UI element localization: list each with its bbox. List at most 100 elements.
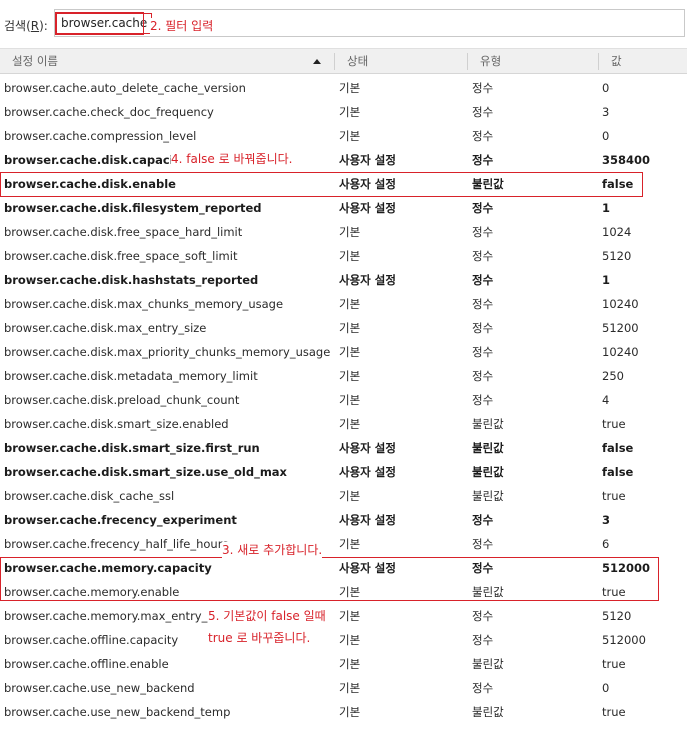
table-row[interactable]: browser.cache.offline.enable 기본 불린값 true xyxy=(0,652,687,676)
pref-value: false xyxy=(602,177,634,191)
pref-name: browser.cache.frecency_half_life_hours xyxy=(4,537,229,551)
pref-value: 512000 xyxy=(602,561,651,575)
pref-status: 사용자 설정 xyxy=(339,201,396,215)
pref-status: 기본 xyxy=(339,489,361,503)
table-row[interactable]: browser.cache.disk.smart_size.first_run 사… xyxy=(0,436,687,460)
table-row[interactable]: browser.cache.disk.metadata_memory_limit… xyxy=(0,364,687,388)
pref-value: 10240 xyxy=(602,297,639,311)
pref-name: browser.cache.offline.enable xyxy=(4,657,169,671)
pref-name: browser.cache.disk.smart_size.first_run xyxy=(4,441,260,455)
pref-name: browser.cache.memory.enable xyxy=(4,585,180,599)
pref-status: 기본 xyxy=(339,321,361,335)
table-row[interactable]: browser.cache.disk_cache_ssl 기본 불린값 true xyxy=(0,484,687,508)
pref-value: 1 xyxy=(602,201,611,215)
pref-status: 기본 xyxy=(339,609,361,623)
pref-type: 정수 xyxy=(472,297,494,311)
table-row[interactable]: browser.cache.disk.filesystem_reported 사용… xyxy=(0,196,687,220)
pref-type: 정수 xyxy=(472,129,494,143)
table-row[interactable]: browser.cache.memory.max_entry_size 기본 정수 5… xyxy=(0,604,687,628)
pref-type: 정수 xyxy=(472,369,494,383)
column-header-type[interactable]: 유형 xyxy=(480,49,501,74)
pref-value: 0 xyxy=(602,129,610,143)
pref-type: 정수 xyxy=(472,609,494,623)
table-row[interactable]: browser.cache.frecency_half_life_hours 기본… xyxy=(0,532,687,556)
pref-type: 정수 xyxy=(472,681,494,695)
pref-type: 정수 xyxy=(472,273,494,287)
pref-name: browser.cache.memory.max_entry_size xyxy=(4,609,230,623)
table-row[interactable]: browser.cache.check_doc_frequency 기본 정수 3 xyxy=(0,100,687,124)
pref-status: 사용자 설정 xyxy=(339,561,396,575)
annotation-set-true-line1: 5. 기본값이 false 일때 xyxy=(208,608,326,624)
pref-value: 1024 xyxy=(602,225,632,239)
annotation-add-new: 3. 새로 추가합니다. xyxy=(222,542,323,558)
table-row[interactable]: browser.cache.disk.preload_chunk_count 기본… xyxy=(0,388,687,412)
pref-name: browser.cache.memory.capacity xyxy=(4,561,212,575)
table-row[interactable]: browser.cache.auto_delete_cache_version 기… xyxy=(0,76,687,100)
column-divider[interactable] xyxy=(334,53,335,70)
pref-type: 불린값 xyxy=(472,585,504,599)
pref-name: browser.cache.disk.filesystem_reported xyxy=(4,201,262,215)
pref-name: browser.cache.check_doc_frequency xyxy=(4,105,214,119)
pref-name: browser.cache.disk.max_priority_chunks_m… xyxy=(4,345,331,359)
column-header-name[interactable]: 설정 이름 xyxy=(12,49,58,74)
search-bar: 검색(R): browser.cache xyxy=(0,0,687,46)
pref-name: browser.cache.disk.capacity xyxy=(4,153,187,167)
table-row[interactable]: browser.cache.disk.capacity 사용자 설정 정수 35840… xyxy=(0,148,687,172)
pref-status: 기본 xyxy=(339,345,361,359)
pref-name: browser.cache.frecency_experiment xyxy=(4,513,237,527)
table-row[interactable]: browser.cache.compression_level 기본 정수 0 xyxy=(0,124,687,148)
pref-type: 정수 xyxy=(472,537,494,551)
table-row[interactable]: browser.cache.memory.enable 기본 불린값 true xyxy=(0,580,687,604)
pref-type: 불린값 xyxy=(472,441,504,455)
pref-type: 정수 xyxy=(472,321,494,335)
column-divider[interactable] xyxy=(467,53,468,70)
pref-name: browser.cache.compression_level xyxy=(4,129,197,143)
pref-name: browser.cache.offline.capacity xyxy=(4,633,179,647)
pref-value: true xyxy=(602,705,626,719)
table-row[interactable]: browser.cache.disk.free_space_soft_limit… xyxy=(0,244,687,268)
table-row[interactable]: browser.cache.offline.capacity 기본 정수 512000 xyxy=(0,628,687,652)
column-header-status[interactable]: 상태 xyxy=(347,49,368,74)
pref-name: browser.cache.disk.free_space_hard_limit xyxy=(4,225,243,239)
pref-value: 1 xyxy=(602,273,611,287)
pref-value: 5120 xyxy=(602,249,632,263)
pref-name: browser.cache.disk_cache_ssl xyxy=(4,489,175,503)
table-row[interactable]: browser.cache.disk.max_chunks_memory_usa… xyxy=(0,292,687,316)
table-row[interactable]: browser.cache.disk.smart_size.use_old_ma… xyxy=(0,460,687,484)
pref-type: 정수 xyxy=(472,201,494,215)
table-row[interactable]: browser.cache.disk.hashstats_reported 사용자… xyxy=(0,268,687,292)
annotation-set-false: 4. false 로 바꿔줍니다. xyxy=(171,151,293,167)
search-label: 검색(R): xyxy=(4,19,48,33)
table-row[interactable]: browser.cache.disk.max_entry_size 기본 정수 512… xyxy=(0,316,687,340)
annotation-set-true-line2: true 로 바꾸줍니다. xyxy=(208,630,311,646)
table-row[interactable]: browser.cache.frecency_experiment 사용자 설정 정… xyxy=(0,508,687,532)
pref-value: true xyxy=(602,585,626,599)
table-row[interactable]: browser.cache.disk.smart_size.enabled 기본 불… xyxy=(0,412,687,436)
column-header-value[interactable]: 값 xyxy=(611,49,622,74)
table-row[interactable]: browser.cache.disk.enable 사용자 설정 불린값 false xyxy=(0,172,687,196)
table-row[interactable]: browser.cache.disk.max_priority_chunks_m… xyxy=(0,340,687,364)
pref-name: browser.cache.disk.metadata_memory_limit xyxy=(4,369,258,383)
pref-type: 불린값 xyxy=(472,489,504,503)
column-header: 설정 이름 상태 유형 값 xyxy=(0,48,687,74)
pref-value: false xyxy=(602,441,634,455)
pref-value: 6 xyxy=(602,537,610,551)
pref-name: browser.cache.disk.hashstats_reported xyxy=(4,273,259,287)
pref-name: browser.cache.auto_delete_cache_version xyxy=(4,81,246,95)
pref-status: 기본 xyxy=(339,705,361,719)
pref-type: 불린값 xyxy=(472,657,504,671)
pref-status: 사용자 설정 xyxy=(339,153,396,167)
table-row[interactable]: browser.cache.use_new_backend_temp 기본 불린값 t… xyxy=(0,700,687,724)
pref-status: 기본 xyxy=(339,81,361,95)
pref-value: 0 xyxy=(602,81,610,95)
table-row[interactable]: browser.cache.memory.capacity 사용자 설정 정수 512… xyxy=(0,556,687,580)
pref-value: 0 xyxy=(602,681,610,695)
table-row[interactable]: browser.cache.disk.free_space_hard_limit… xyxy=(0,220,687,244)
search-input-value[interactable]: browser.cache xyxy=(56,13,153,34)
pref-type: 정수 xyxy=(472,633,494,647)
pref-type: 정수 xyxy=(472,561,494,575)
pref-type: 정수 xyxy=(472,153,494,167)
pref-name: browser.cache.disk.smart_size.enabled xyxy=(4,417,229,431)
table-row[interactable]: browser.cache.use_new_backend 기본 정수 0 xyxy=(0,676,687,700)
column-divider[interactable] xyxy=(598,53,599,70)
